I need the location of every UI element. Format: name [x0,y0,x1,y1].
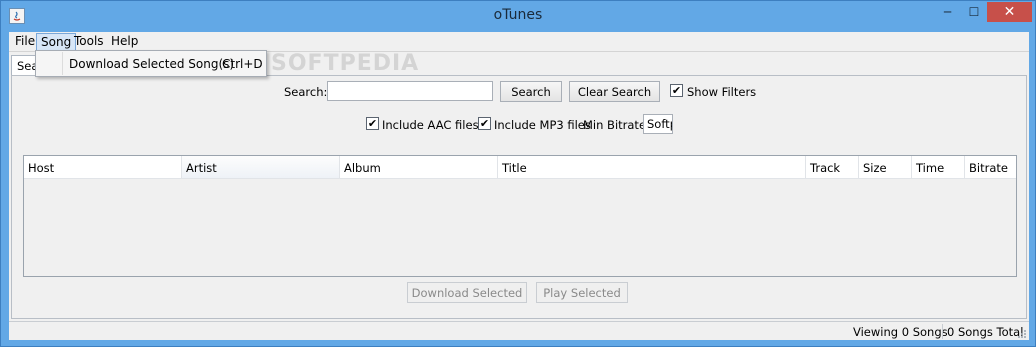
clear-search-button[interactable]: Clear Search [569,81,660,102]
column-album[interactable]: Album [340,156,498,178]
search-input[interactable] [327,81,493,101]
menu-file[interactable]: File [11,33,39,51]
search-label: Search: [284,85,328,99]
include-aac-checkbox[interactable]: ✔ [366,117,379,130]
min-bitrate-input[interactable]: Softp [643,114,673,134]
menu-item-label: Download Selected Song(s) [69,57,235,71]
column-time[interactable]: Time [912,156,965,178]
maximize-icon: ☐ [968,5,980,19]
column-host[interactable]: Host [24,156,182,178]
include-mp3-checkbox[interactable]: ✔ [478,117,491,130]
status-total: 0 Songs Total [947,325,1024,339]
app-window: oTunes ─ ☐ ✕ File Song Tools Help Search… [0,0,1036,347]
window-title: oTunes [493,7,543,23]
column-artist[interactable]: Artist [182,156,340,178]
include-mp3-label: Include MP3 files [494,118,591,132]
include-aac-label: Include AAC files [382,118,479,132]
minimize-button[interactable]: ─ [934,2,961,22]
status-divider [942,324,943,339]
song-menu-dropdown: Download Selected Song(s) Ctrl+D [35,50,267,77]
column-title[interactable]: Title [498,156,806,178]
column-bitrate[interactable]: Bitrate [965,156,1016,178]
menu-item-download-selected[interactable]: Download Selected Song(s) Ctrl+D [36,53,266,75]
checkmark-icon: ✔ [479,117,490,130]
client-area: File Song Tools Help Search Search: Sear… [9,32,1029,340]
min-bitrate-label: Min Bitrate: [583,118,650,132]
resize-grip-icon[interactable] [1017,328,1027,338]
menu-tools[interactable]: Tools [70,33,108,51]
column-track[interactable]: Track [806,156,859,178]
search-button[interactable]: Search [500,81,562,102]
search-panel: Search: Search Clear Search ✔ Show Filte… [11,75,1027,319]
close-icon: ✕ [1003,4,1016,20]
checkmark-icon: ✔ [367,117,378,130]
checkmark-icon: ✔ [671,84,682,97]
download-selected-button[interactable]: Download Selected [407,282,527,303]
show-filters-checkbox[interactable]: ✔ [670,84,683,97]
menu-bar: File Song Tools Help [9,32,1029,52]
menu-help[interactable]: Help [107,33,142,51]
show-filters-label: Show Filters [687,85,757,99]
column-size[interactable]: Size [859,156,912,178]
songs-table[interactable]: Host Artist Album Title Track Size Time … [23,155,1017,277]
play-selected-button[interactable]: Play Selected [536,282,628,303]
minimize-icon: ─ [943,5,952,19]
maximize-button[interactable]: ☐ [961,2,987,22]
menu-item-shortcut: Ctrl+D [222,57,263,71]
table-header: Host Artist Album Title Track Size Time … [24,156,1016,179]
status-viewing: Viewing 0 Songs [853,325,948,339]
close-button[interactable]: ✕ [987,2,1032,22]
title-bar[interactable]: oTunes ─ ☐ ✕ [1,1,1035,32]
status-bar: Viewing 0 Songs 0 Songs Total [9,321,1029,340]
